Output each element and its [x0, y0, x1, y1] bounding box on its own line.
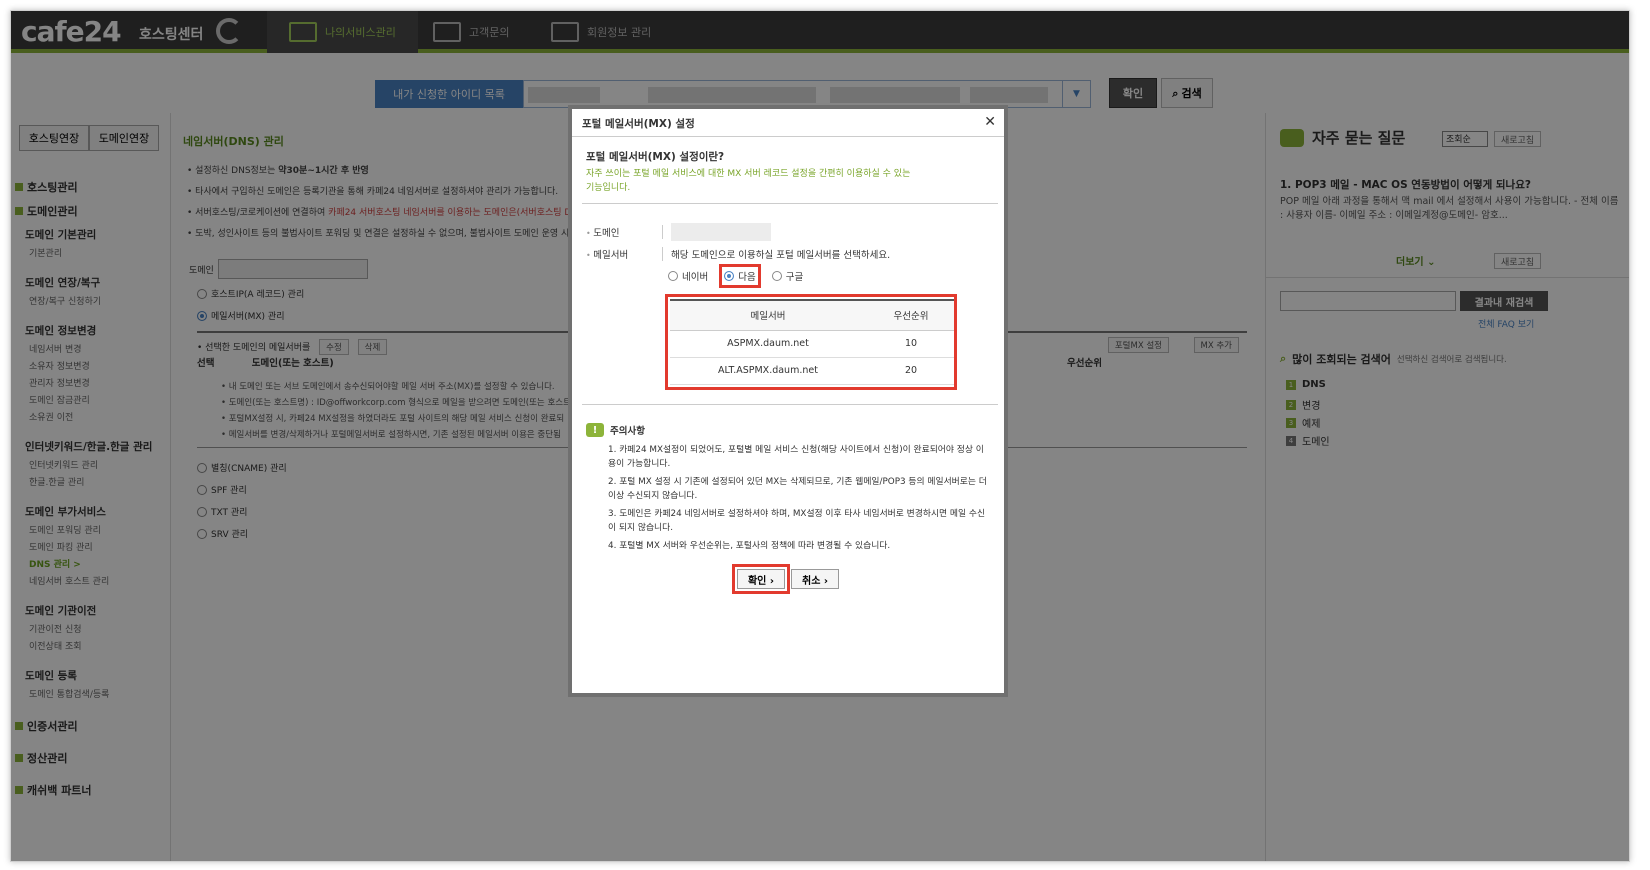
warning-icon: ! [586, 423, 604, 437]
mx-server-cell: ASPMX.daum.net [670, 330, 866, 358]
divider [582, 404, 998, 405]
modal-domain-value [671, 223, 771, 241]
modal-mailserver-row: 메일서버 해당 도메인으로 이용하실 포털 메일서버를 선택하세요. [586, 247, 890, 261]
mx-priority-cell: 10 [866, 330, 956, 358]
modal-domain-row: 도메인 [586, 223, 771, 241]
radio-naver[interactable]: 네이버 [668, 269, 708, 283]
close-icon[interactable]: ✕ [984, 114, 996, 130]
browser-frame: cafe24 호스팅센터 나의서비스관리 고객문의 회원정보 관리 내가 신청한… [10, 10, 1630, 862]
caution-notes: 1. 카페24 MX설정이 되었어도, 포털별 메일 서비스 신청(해당 사이트… [608, 445, 987, 551]
modal-description: 자주 쓰이는 포털 메일 서비스에 대한 MX 서버 레코드 설정을 간편히 이… [586, 169, 911, 193]
mailserver-hint: 해당 도메인으로 이용하실 포털 메일서버를 선택하세요. [671, 250, 891, 261]
modal-subtitle: 포털 메일서버(MX) 설정이란? [586, 151, 725, 163]
radio-google[interactable]: 구글 [771, 269, 803, 283]
table-row: ASPMX.daum.net 10 [670, 330, 956, 358]
cancel-button[interactable]: 취소 › [791, 569, 840, 589]
modal-title: 포털 메일서버(MX) 설정 [582, 118, 695, 130]
th-mailserver: 메일서버 [670, 299, 866, 331]
radio-daum[interactable]: 다음 [719, 264, 761, 288]
mx-priority-cell: 20 [866, 357, 956, 385]
modal-buttons: 확인 › 취소 › [572, 564, 1004, 594]
mx-server-table: 메일서버 우선순위 ASPMX.daum.net 10 ALT.ASPMX.da… [670, 299, 956, 385]
confirm-button[interactable]: 확인 › [731, 564, 791, 594]
caution-title: ! 주의사항 [586, 423, 645, 437]
th-priority: 우선순위 [866, 299, 956, 331]
divider [582, 203, 998, 204]
table-row: ALT.ASPMX.daum.net 20 [670, 357, 956, 385]
mx-server-cell: ALT.ASPMX.daum.net [670, 357, 866, 385]
portal-mx-modal: 포털 메일서버(MX) 설정 ✕ 포털 메일서버(MX) 설정이란? 자주 쓰이… [568, 105, 1008, 697]
portal-radio-group: 네이버 다음 구글 [668, 264, 803, 288]
modal-header: 포털 메일서버(MX) 설정 ✕ [572, 109, 1004, 137]
